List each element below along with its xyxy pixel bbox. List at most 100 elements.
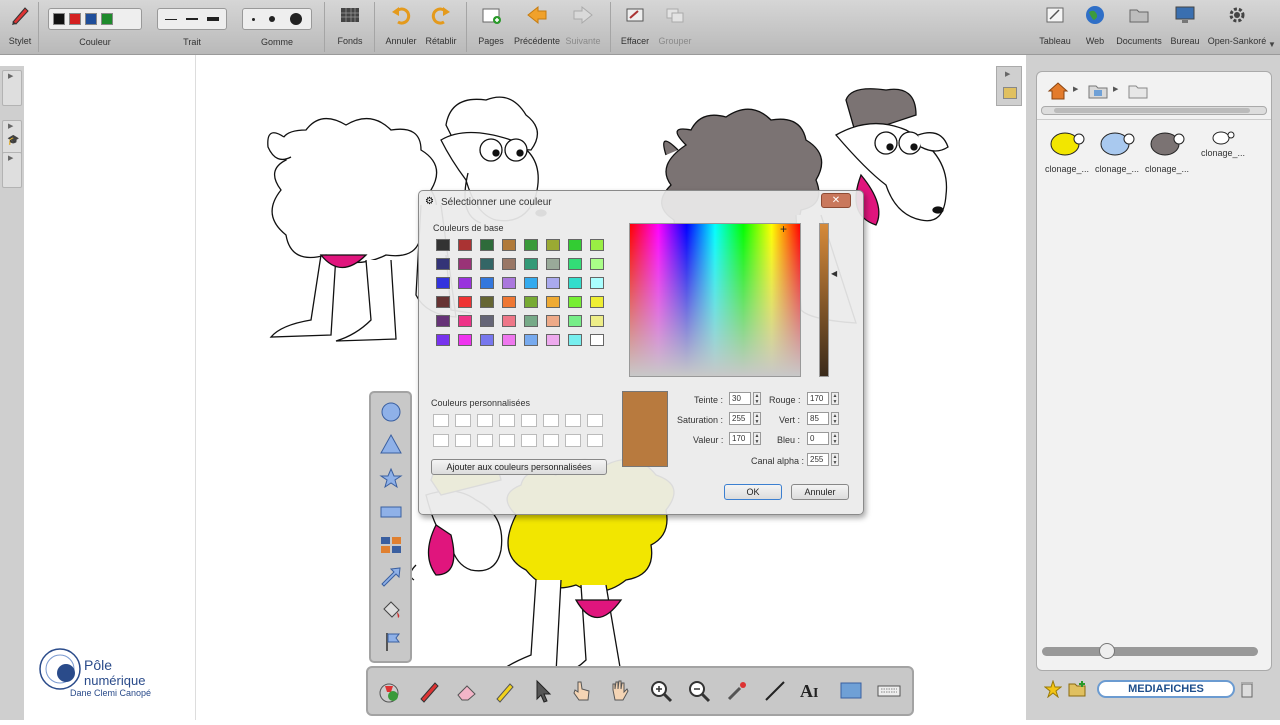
home-icon[interactable] — [1047, 80, 1069, 102]
close-button[interactable]: ✕ — [821, 193, 851, 208]
basic-color-swatch[interactable] — [502, 239, 516, 251]
basic-color-swatch[interactable] — [568, 239, 582, 251]
basic-color-swatch[interactable] — [546, 277, 560, 289]
line-medium[interactable] — [185, 18, 198, 20]
zoom-out-icon[interactable] — [686, 678, 712, 704]
basic-color-swatch[interactable] — [502, 296, 516, 308]
laser-pointer-icon[interactable] — [724, 678, 750, 704]
text-tool-icon[interactable]: AI — [800, 678, 826, 704]
value-spinner[interactable]: ▲ ▼ — [753, 432, 761, 445]
red-spinner[interactable]: ▲ ▼ — [831, 392, 839, 405]
capture-icon[interactable] — [838, 678, 864, 704]
blue-spinner[interactable]: ▲ ▼ — [831, 432, 839, 445]
library-item[interactable]: clonage_... — [1143, 130, 1191, 174]
pages-button[interactable]: Pages — [476, 4, 506, 50]
hand-pointer-icon[interactable] — [568, 678, 594, 704]
redo-button[interactable]: Rétablir — [424, 4, 458, 50]
tableau-button[interactable]: Tableau — [1038, 4, 1072, 50]
basic-color-swatch[interactable] — [480, 334, 494, 346]
red-field[interactable]: 170 — [807, 392, 829, 405]
basic-color-swatch[interactable] — [524, 296, 538, 308]
saturation-spinner[interactable]: ▲ ▼ — [753, 412, 761, 425]
color-swatch-red[interactable] — [69, 13, 81, 25]
saturation-field[interactable]: 255 — [729, 412, 751, 425]
eraser-large[interactable] — [289, 13, 302, 25]
scrollbar-thumb[interactable] — [1054, 108, 1250, 113]
pointer-arrow-icon[interactable] — [530, 678, 556, 704]
basic-color-swatch[interactable] — [546, 296, 560, 308]
basic-color-swatch[interactable] — [502, 315, 516, 327]
green-field[interactable]: 85 — [807, 412, 829, 425]
fonds-button[interactable]: Fonds — [334, 4, 366, 50]
basic-color-swatch[interactable] — [436, 277, 450, 289]
basic-color-swatch[interactable] — [568, 315, 582, 327]
mediafiches-button[interactable]: MEDIAFICHES — [1097, 680, 1235, 698]
basic-color-swatch[interactable] — [590, 334, 604, 346]
star-shape-icon[interactable] — [379, 467, 403, 489]
color-swatch-green[interactable] — [101, 13, 113, 25]
line-style-icon[interactable] — [379, 501, 403, 523]
blue-field[interactable]: 0 — [807, 432, 829, 445]
line-tool-icon[interactable] — [762, 678, 788, 704]
alpha-spinner[interactable]: ▲ ▼ — [831, 453, 839, 466]
basic-color-swatch[interactable] — [436, 296, 450, 308]
pen-icon[interactable] — [416, 678, 442, 704]
basic-color-swatch[interactable] — [590, 239, 604, 251]
custom-color-slot[interactable] — [521, 434, 537, 447]
basic-color-swatch[interactable] — [480, 258, 494, 270]
custom-color-slot[interactable] — [521, 414, 537, 427]
highlighter-icon[interactable] — [492, 678, 518, 704]
custom-color-slot[interactable] — [477, 414, 493, 427]
next-page-button[interactable]: Suivante — [564, 4, 602, 50]
custom-color-slot[interactable] — [433, 434, 449, 447]
basic-color-swatch[interactable] — [546, 258, 560, 270]
basic-color-swatch[interactable] — [546, 315, 560, 327]
ok-button[interactable]: OK — [724, 484, 782, 500]
eraser-icon[interactable] — [454, 678, 480, 704]
basic-color-swatch[interactable] — [458, 239, 472, 251]
custom-color-slot[interactable] — [587, 414, 603, 427]
breadcrumb-scrollbar[interactable] — [1041, 106, 1267, 115]
alpha-field[interactable]: 255 — [807, 453, 829, 466]
library-item[interactable]: clonage_... — [1043, 130, 1091, 174]
star-icon[interactable] — [1044, 680, 1062, 698]
basic-color-swatch[interactable] — [590, 258, 604, 270]
basic-color-swatch[interactable] — [590, 315, 604, 327]
custom-color-slot[interactable] — [565, 434, 581, 447]
custom-color-slot[interactable] — [455, 434, 471, 447]
folder-images-icon[interactable] — [1087, 80, 1109, 102]
slider-pointer-icon[interactable]: ◀ — [831, 269, 837, 278]
open-sankore-menu-button[interactable]: Open-Sankoré — [1206, 4, 1268, 50]
web-button[interactable]: Web — [1080, 4, 1110, 50]
pin-shape-icon[interactable] — [379, 631, 403, 653]
basic-color-swatch[interactable] — [568, 277, 582, 289]
custom-color-slot[interactable] — [587, 434, 603, 447]
custom-color-slot[interactable] — [433, 414, 449, 427]
basic-color-swatch[interactable] — [524, 277, 538, 289]
basic-color-swatch[interactable] — [458, 258, 472, 270]
custom-color-slot[interactable] — [499, 434, 515, 447]
folder-icon[interactable] — [1127, 80, 1149, 102]
color-swatch-black[interactable] — [53, 13, 65, 25]
stamp-tool-icon[interactable] — [376, 678, 402, 704]
teacher-tab[interactable]: 🎓 — [2, 120, 22, 156]
basic-color-swatch[interactable] — [458, 277, 472, 289]
custom-color-slot[interactable] — [543, 434, 559, 447]
basic-color-swatch[interactable] — [568, 258, 582, 270]
hue-spinner[interactable]: ▲ ▼ — [753, 392, 761, 405]
basic-color-swatch[interactable] — [568, 334, 582, 346]
hue-saturation-field[interactable]: + — [629, 222, 801, 377]
basic-color-swatch[interactable] — [480, 315, 494, 327]
previous-page-button[interactable]: Précédente — [514, 4, 560, 50]
arrow-shape-icon[interactable] — [379, 565, 403, 587]
zoom-in-icon[interactable] — [648, 678, 674, 704]
eraser-small[interactable] — [252, 17, 256, 21]
keyboard-icon[interactable] — [876, 678, 902, 704]
basic-color-swatch[interactable] — [590, 277, 604, 289]
custom-color-slot[interactable] — [543, 414, 559, 427]
undo-button[interactable]: Annuler — [384, 4, 418, 50]
custom-color-slot[interactable] — [565, 414, 581, 427]
custom-color-slot[interactable] — [477, 434, 493, 447]
basic-color-swatch[interactable] — [436, 239, 450, 251]
basic-color-swatch[interactable] — [524, 334, 538, 346]
